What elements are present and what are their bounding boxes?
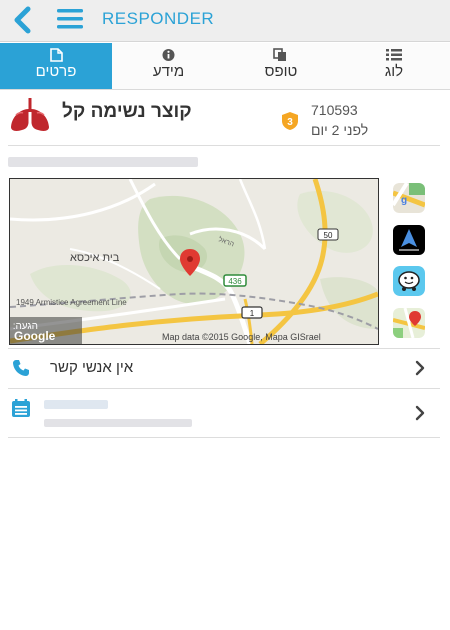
divider: [8, 145, 440, 146]
copy-icon: [273, 48, 286, 61]
tab-log[interactable]: לוג: [338, 43, 450, 89]
contacts-row[interactable]: אין אנשי קשר: [8, 349, 440, 387]
road-label-436: 436: [228, 277, 242, 286]
road-label-1: 1: [250, 309, 255, 318]
waze-icon[interactable]: [393, 266, 425, 296]
map-place-label: בית איכסא: [70, 252, 120, 264]
svg-text:g: g: [401, 195, 407, 206]
divider: [8, 437, 440, 438]
document-icon: [50, 48, 63, 62]
priority-badge-icon: 3: [282, 112, 298, 130]
navigation-icon[interactable]: [393, 225, 425, 255]
tab-label: מידע: [152, 63, 185, 80]
tab-label: לוג: [384, 63, 404, 80]
calendar-icon: [12, 399, 30, 417]
chevron-right-icon: [415, 360, 425, 376]
incident-summary: קוצר נשימה קל 3 710593 לפני 2 יום: [0, 95, 450, 147]
top-bar: RESPONDER: [0, 0, 450, 42]
notes-row[interactable]: [8, 390, 440, 436]
tab-bar: לוג טופס מידע פרטים: [0, 43, 450, 90]
lungs-icon: [11, 98, 49, 131]
list-icon: [386, 49, 402, 61]
time-ago: לפני 2 יום: [311, 122, 369, 138]
road-label-50: 50: [324, 231, 333, 240]
priority-badge-number: 3: [287, 117, 293, 128]
case-id: 710593: [311, 102, 358, 118]
info-icon: [162, 49, 175, 61]
hamburger-menu-icon[interactable]: [56, 7, 84, 31]
app-title: RESPONDER: [102, 9, 215, 28]
google-maps-icon[interactable]: g: [393, 183, 425, 213]
tab-label: טופס: [264, 63, 298, 80]
google-logo: Google: [14, 329, 56, 343]
tab-label: פרטים: [35, 63, 77, 80]
map-attribution: Map data ©2015 Google, Mapa GISrael: [162, 332, 321, 342]
redacted-notes-line-2: [44, 419, 192, 427]
armistice-label: 1949 Armistice Agreement Line: [16, 298, 127, 307]
divider: [8, 388, 440, 389]
tab-details[interactable]: פרטים: [0, 43, 112, 89]
tab-info[interactable]: מידע: [112, 43, 225, 89]
tab-form[interactable]: טופס: [225, 43, 337, 89]
incident-subject: קוצר נשימה קל: [62, 101, 192, 122]
back-arrow-icon[interactable]: [10, 6, 36, 34]
incident-map[interactable]: 50 436 1 בית איכסא הראל 1949 Armistice A…: [9, 178, 379, 345]
apple-maps-icon[interactable]: [393, 308, 425, 338]
phone-icon: [13, 360, 29, 376]
redacted-notes-line-1: [44, 400, 108, 409]
redacted-address: [8, 157, 198, 167]
chevron-right-icon: [415, 405, 425, 421]
contacts-label: אין אנשי קשר: [50, 359, 134, 376]
